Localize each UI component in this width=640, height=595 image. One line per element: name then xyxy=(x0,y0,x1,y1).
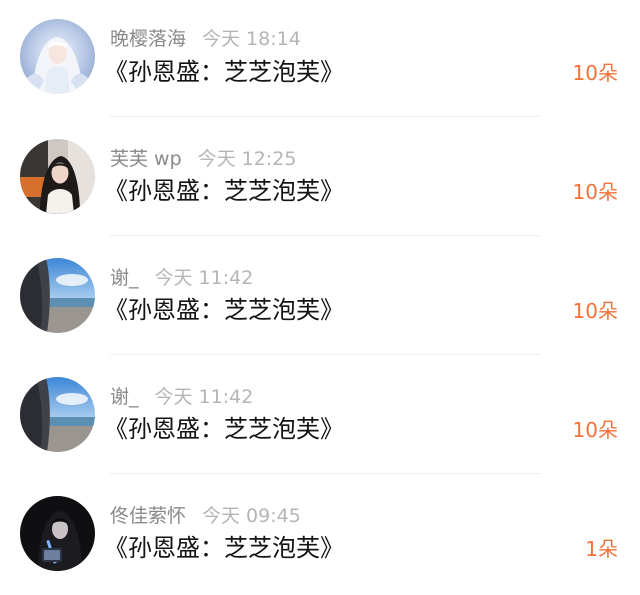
timestamp: 今天 11:42 xyxy=(154,386,254,408)
timestamp: 今天 12:25 xyxy=(197,148,297,170)
gift-message: 《孙恩盛：芝芝泡芙》 xyxy=(104,296,344,324)
row-divider xyxy=(110,354,540,355)
dark-portrait-avatar-icon[interactable] xyxy=(20,496,95,571)
girl-in-car-avatar-icon[interactable] xyxy=(20,139,95,214)
beach-sky-avatar-icon[interactable] xyxy=(20,258,95,333)
username[interactable]: 佟佳萦怀 xyxy=(110,505,186,527)
gift-count: 10朵 xyxy=(572,299,618,323)
row-divider xyxy=(110,235,540,236)
username[interactable]: 谢_ xyxy=(110,267,139,289)
gift-message: 《孙恩盛：芝芝泡芙》 xyxy=(104,534,344,562)
gift-message: 《孙恩盛：芝芝泡芙》 xyxy=(104,177,344,205)
timestamp: 今天 18:14 xyxy=(202,28,301,50)
timestamp: 今天 11:42 xyxy=(154,267,254,289)
list-item[interactable]: 晚樱落海 今天 18:14 《孙恩盛：芝芝泡芙》 10朵 xyxy=(0,0,640,119)
beach-sky-avatar-icon[interactable] xyxy=(20,377,95,452)
gift-count: 10朵 xyxy=(572,180,618,204)
beach-sky-avatar-icon xyxy=(20,258,95,333)
username-line: 芙芙 wp 今天 12:25 xyxy=(110,144,296,174)
username-line: 谢_ 今天 11:42 xyxy=(110,263,253,293)
username[interactable]: 谢_ xyxy=(110,386,139,408)
list-item[interactable]: 谢_ 今天 11:42 《孙恩盛：芝芝泡芙》 10朵 xyxy=(0,357,640,476)
username[interactable]: 芙芙 wp xyxy=(110,148,182,170)
dark-portrait-avatar-icon xyxy=(20,496,95,571)
username[interactable]: 晚樱落海 xyxy=(110,28,186,50)
gift-count: 1朵 xyxy=(585,537,618,561)
username-line: 佟佳萦怀 今天 09:45 xyxy=(110,501,301,531)
timestamp: 今天 09:45 xyxy=(202,505,301,527)
anime-girl-white-hair-avatar-icon xyxy=(20,19,95,94)
beach-sky-avatar-icon xyxy=(20,377,95,452)
gift-count: 10朵 xyxy=(572,418,618,442)
gift-message: 《孙恩盛：芝芝泡芙》 xyxy=(104,58,344,86)
list-item[interactable]: 佟佳萦怀 今天 09:45 《孙恩盛：芝芝泡芙》 1朵 xyxy=(0,476,640,595)
username-line: 谢_ 今天 11:42 xyxy=(110,382,253,412)
anime-girl-white-hair-avatar-icon[interactable] xyxy=(20,19,95,94)
row-divider xyxy=(110,116,540,117)
list-item[interactable]: 芙芙 wp 今天 12:25 《孙恩盛：芝芝泡芙》 10朵 xyxy=(0,119,640,238)
girl-in-car-avatar-icon xyxy=(20,139,95,214)
username-line: 晚樱落海 今天 18:14 xyxy=(110,24,301,54)
row-divider xyxy=(110,473,540,474)
gift-message: 《孙恩盛：芝芝泡芙》 xyxy=(104,415,344,443)
gift-record-list: 晚樱落海 今天 18:14 《孙恩盛：芝芝泡芙》 10朵 芙芙 wp 今天 12:2… xyxy=(0,0,640,586)
list-item[interactable]: 谢_ 今天 11:42 《孙恩盛：芝芝泡芙》 10朵 xyxy=(0,238,640,357)
gift-count: 10朵 xyxy=(572,61,618,85)
